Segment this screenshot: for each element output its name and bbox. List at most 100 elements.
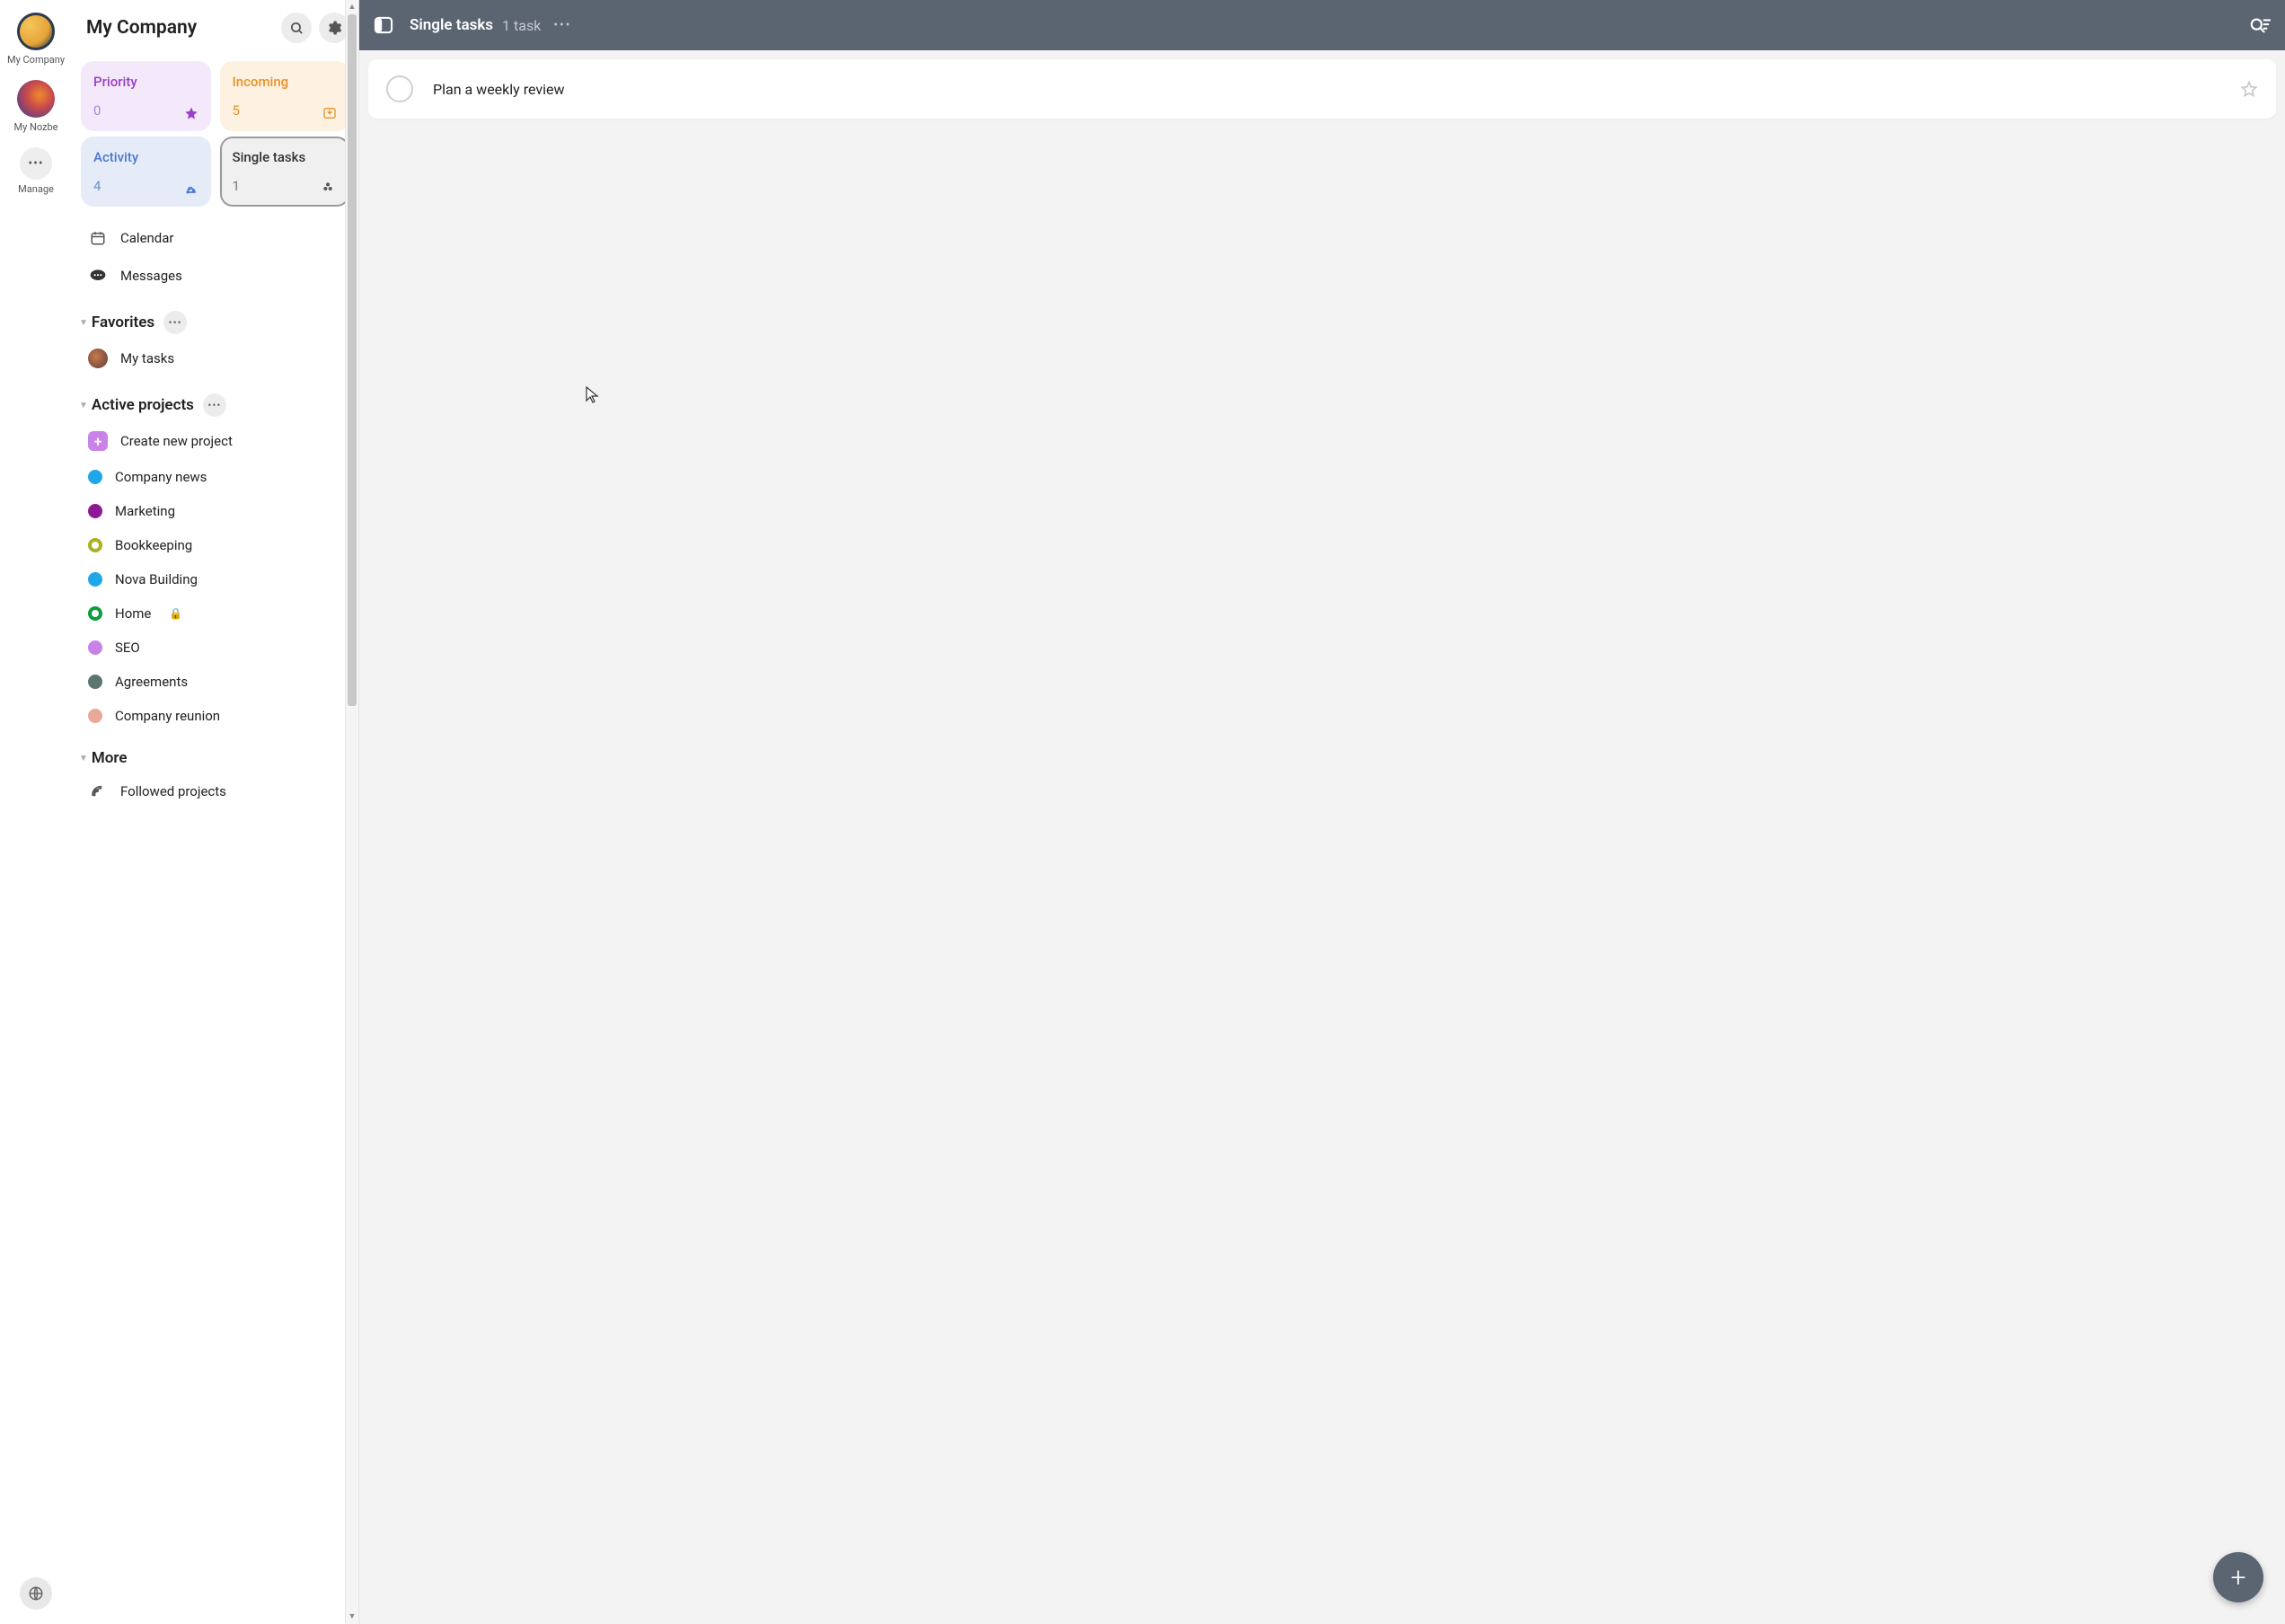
project-label: Marketing [115,503,175,519]
project-label: Nova Building [115,571,198,587]
star-outline-icon [2240,80,2258,98]
project-label: Company news [115,469,207,485]
workspace-rail: My Company My Nozbe ••• Manage [0,0,72,1624]
project-label: Company reunion [115,708,220,724]
project-item[interactable]: Nova Building [79,562,351,596]
globe-button[interactable] [20,1577,52,1610]
messages-icon [88,266,108,286]
sidebar-header: My Company [72,0,358,56]
project-item[interactable]: Company news [79,460,351,494]
nav-label: Messages [120,268,182,284]
project-label: SEO [115,640,140,656]
scroll-up-icon: ▲ [348,0,357,14]
section-more-button[interactable]: ••• [203,393,226,417]
toggle-sidebar-button[interactable] [374,16,393,34]
project-item[interactable]: Bookkeeping [79,528,351,562]
project-item[interactable]: SEO [79,631,351,665]
header-more-button[interactable]: ••• [553,18,571,32]
inbox-icon [322,106,337,120]
workspace-avatar-company [17,13,55,50]
rss-icon [88,781,108,801]
project-color-icon [88,572,102,587]
project-item[interactable]: Agreements [79,665,351,699]
task-list: Plan a weekly review [359,50,2285,128]
dots-icon [321,180,335,194]
avatar-icon [88,349,108,368]
main-title: Single tasks [410,16,493,34]
tile-single-tasks[interactable]: Single tasks 1 [220,137,350,207]
calendar-icon [88,228,108,248]
tile-incoming[interactable]: Incoming 5 [220,61,350,131]
project-label: Agreements [115,674,188,690]
project-label: Create new project [120,433,233,449]
sidebar: My Company Priority 0 Incoming 5 [72,0,359,1624]
workspace-avatar-mynozbe [17,80,55,118]
workspace-label: My Nozbe [13,121,57,133]
create-project-button[interactable]: + Create new project [79,422,351,460]
caret-down-icon: ▼ [79,401,88,410]
section-more-header[interactable]: ▼ More [79,749,348,767]
section-favorites-header[interactable]: ▼ Favorites ••• [79,311,348,334]
filter-icon [2249,15,2271,35]
project-color-icon [88,709,102,723]
tile-title: Activity [93,149,199,165]
header-filter-button[interactable] [2249,15,2271,35]
nav-calendar[interactable]: Calendar [79,219,351,257]
favorite-item-my-tasks[interactable]: My tasks [79,340,351,377]
search-icon [289,21,304,36]
project-label: Home [115,605,151,622]
task-checkbox[interactable] [386,75,413,102]
workspace-manage[interactable]: ••• Manage [0,142,72,204]
tile-title: Priority [93,74,199,90]
task-star-button[interactable] [2240,80,2258,98]
task-row[interactable]: Plan a weekly review [368,59,2276,119]
task-title: Plan a weekly review [433,81,2240,98]
tile-title: Incoming [233,74,338,90]
project-color-icon [88,504,102,518]
workspace-company[interactable]: My Company [0,7,72,75]
project-color-icon [88,675,102,689]
workspace-label: My Company [7,54,65,66]
project-item[interactable]: Marketing [79,494,351,528]
section-more-button[interactable]: ••• [163,311,187,334]
manage-icon: ••• [20,147,52,180]
workspace-mynozbe[interactable]: My Nozbe [0,75,72,142]
workspace-label: Manage [18,183,54,195]
section-projects-header[interactable]: ▼ Active projects ••• [79,393,348,417]
main-subtitle: 1 task [502,17,541,34]
plus-icon: + [2231,1562,2246,1593]
tile-title: Single tasks [233,149,338,165]
gear-icon [326,20,342,36]
project-color-icon [88,470,102,484]
favorite-label: My tasks [120,350,174,366]
panel-icon [374,16,393,34]
project-color-icon [88,640,102,655]
project-label: Bookkeeping [115,537,192,553]
sidebar-scroll[interactable]: Priority 0 Incoming 5 Activity 4 [72,56,358,1624]
cursor-icon [586,386,600,404]
project-item[interactable]: Home 🔒 [79,596,351,631]
tile-count: 5 [233,102,338,119]
sidebar-scrollbar[interactable]: ▲ ▼ [345,0,358,1624]
star-icon [184,106,199,120]
search-button[interactable] [281,13,312,43]
tile-count: 4 [93,178,199,194]
plus-icon: + [88,431,108,451]
tile-count: 0 [93,102,199,119]
project-item[interactable]: Company reunion [79,699,351,733]
tile-priority[interactable]: Priority 0 [81,61,211,131]
lock-icon: 🔒 [169,607,182,620]
main-area: Single tasks 1 task ••• Plan a weekly re… [359,0,2285,1624]
nav-followed-projects[interactable]: Followed projects [79,772,351,810]
globe-icon [28,1585,44,1602]
sidebar-title: My Company [86,17,274,39]
project-color-icon [88,606,102,621]
scrollbar-thumb[interactable] [348,14,357,706]
nav-messages[interactable]: Messages [79,257,351,295]
nav-label: Followed projects [120,783,226,799]
nav-label: Calendar [120,230,174,246]
tile-activity[interactable]: Activity 4 [81,137,211,207]
add-task-fab[interactable]: + [2213,1552,2263,1602]
section-title: Favorites [92,313,154,331]
caret-down-icon: ▼ [79,318,88,328]
